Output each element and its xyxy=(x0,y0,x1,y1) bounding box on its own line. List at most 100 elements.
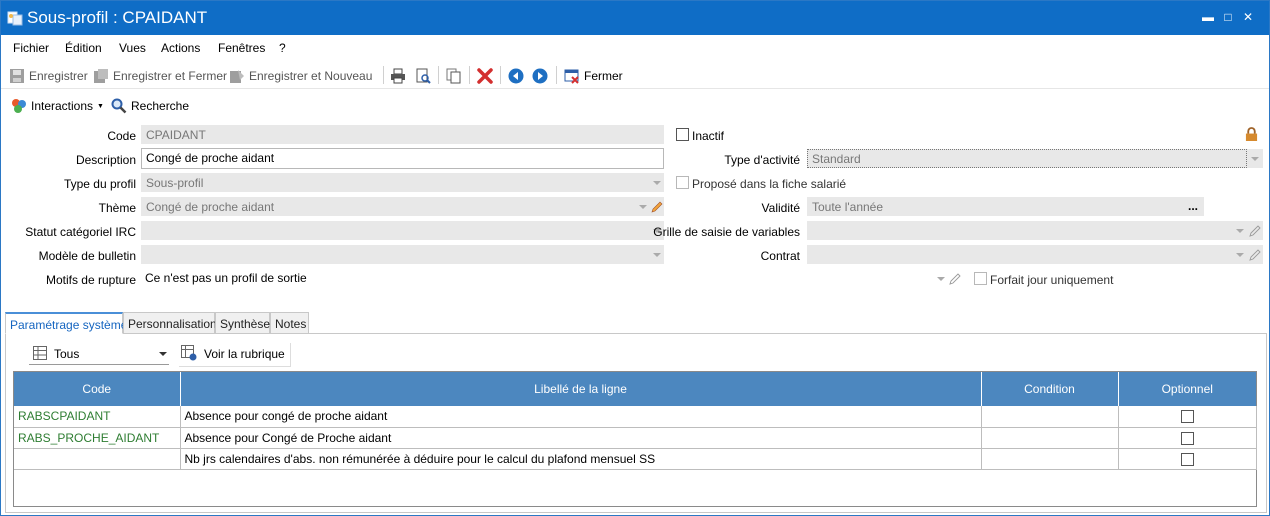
view-item-button[interactable]: Voir la rubrique xyxy=(179,343,291,367)
description-field[interactable]: Congé de proche aidant xyxy=(141,148,664,169)
minimize-icon[interactable]: ▬ xyxy=(1201,10,1215,24)
tab-personnalisation[interactable]: Personnalisation xyxy=(123,312,217,334)
close-form-label: Fermer xyxy=(584,69,623,83)
statut-select[interactable] xyxy=(141,221,664,240)
motifs-select[interactable]: Ce n'est pas un profil de sortie xyxy=(141,269,664,288)
table-icon xyxy=(33,346,47,360)
cell-condition[interactable] xyxy=(981,448,1119,470)
chevron-down-icon xyxy=(653,181,661,185)
optionnel-checkbox[interactable] xyxy=(1180,431,1194,445)
print-button[interactable] xyxy=(390,67,406,85)
chevron-down-icon xyxy=(653,253,661,257)
close-icon[interactable]: ✕ xyxy=(1241,10,1255,24)
column-header-libelle[interactable]: Libellé de la ligne xyxy=(180,372,982,406)
cell-code[interactable] xyxy=(14,448,181,470)
toolbar-separator xyxy=(469,66,470,84)
print-preview-button[interactable] xyxy=(415,67,431,85)
chevron-down-icon xyxy=(1236,229,1244,233)
table-row[interactable]: RABSCPAIDANT Absence pour congé de proch… xyxy=(14,406,1257,428)
tab-notes[interactable]: Notes xyxy=(270,312,309,334)
pencil-icon[interactable] xyxy=(949,273,961,285)
menu-fenetres[interactable]: Fenêtres xyxy=(218,41,265,55)
inactif-label: Inactif xyxy=(692,129,725,143)
previous-button[interactable] xyxy=(508,67,524,85)
chevron-down-icon: ▼ xyxy=(97,102,104,110)
save-label: Enregistrer xyxy=(29,69,88,83)
filter-select[interactable]: Tous xyxy=(29,343,169,365)
toolbar-separator xyxy=(438,66,439,84)
menu-actions[interactable]: Actions xyxy=(161,41,200,55)
forfait-checkbox[interactable] xyxy=(974,272,987,285)
propose-checkbox[interactable] xyxy=(676,176,689,189)
optionnel-checkbox[interactable] xyxy=(1180,452,1194,466)
pencil-icon[interactable] xyxy=(1249,249,1261,261)
view-item-label: Voir la rubrique xyxy=(204,347,285,361)
interactions-button[interactable]: Interactions ▼ xyxy=(11,97,104,115)
copy-button[interactable] xyxy=(446,67,462,85)
menu-vues[interactable]: Vues xyxy=(119,41,146,55)
menu-fichier[interactable]: Fichier xyxy=(13,41,49,55)
save-new-button[interactable]: Enregistrer et Nouveau xyxy=(229,67,372,85)
delete-icon xyxy=(477,68,493,84)
column-header-optionnel[interactable]: Optionnel xyxy=(1118,372,1256,406)
copy-icon xyxy=(446,68,461,84)
cell-code[interactable]: RABS_PROCHE_AIDANT xyxy=(14,427,181,449)
theme-select[interactable]: Congé de proche aidant xyxy=(141,197,664,216)
inactif-checkbox[interactable] xyxy=(676,128,689,141)
pencil-icon[interactable] xyxy=(1249,225,1261,237)
cell-libelle[interactable]: Absence pour Congé de Proche aidant xyxy=(180,427,982,449)
view-item-icon xyxy=(181,345,197,361)
menu-edition[interactable]: Édition xyxy=(65,41,102,55)
grille-label: Grille de saisie de variables xyxy=(653,225,800,239)
chevron-down-icon xyxy=(1236,253,1244,257)
chevron-down-icon xyxy=(159,352,167,356)
code-field[interactable]: CPAIDANT xyxy=(141,125,664,144)
app-icon xyxy=(7,11,23,26)
cell-optionnel[interactable] xyxy=(1118,427,1257,449)
type-activite-select[interactable]: Standard xyxy=(807,149,1247,168)
table-row[interactable]: Nb jrs calendaires d'abs. non rémunérée … xyxy=(14,448,1257,470)
previous-icon xyxy=(508,68,524,84)
cell-libelle[interactable]: Nb jrs calendaires d'abs. non rémunérée … xyxy=(180,448,982,470)
table-row[interactable]: RABS_PROCHE_AIDANT Absence pour Congé de… xyxy=(14,427,1257,449)
chevron-down-icon xyxy=(639,205,647,209)
save-close-button[interactable]: Enregistrer et Fermer xyxy=(93,67,227,85)
interactions-label: Interactions xyxy=(31,99,94,113)
cell-libelle[interactable]: Absence pour congé de proche aidant xyxy=(180,406,982,428)
chevron-down-icon xyxy=(937,277,945,281)
table-header: Code Libellé de la ligne Condition Optio… xyxy=(14,372,1256,406)
pencil-icon[interactable] xyxy=(651,201,663,213)
type-activite-label: Type d'activité xyxy=(724,153,800,167)
cell-optionnel[interactable] xyxy=(1118,448,1257,470)
validite-picker-button[interactable]: ... xyxy=(1188,199,1198,213)
modele-label: Modèle de bulletin xyxy=(38,249,136,263)
tab-parametrage-systeme[interactable]: Paramétrage système xyxy=(5,312,127,334)
maximize-icon[interactable]: □ xyxy=(1221,10,1235,24)
validite-field[interactable]: Toute l'année xyxy=(807,197,1204,216)
save-icon xyxy=(10,69,24,83)
menu-help[interactable]: ? xyxy=(279,41,286,55)
cell-optionnel[interactable] xyxy=(1118,406,1257,428)
save-new-label: Enregistrer et Nouveau xyxy=(249,69,373,83)
column-header-condition[interactable]: Condition xyxy=(981,372,1119,406)
main-toolbar: Enregistrer Enregistrer et Fermer Enregi… xyxy=(1,61,1269,89)
optionnel-checkbox[interactable] xyxy=(1180,410,1194,424)
tab-synthese[interactable]: Synthèse xyxy=(215,312,270,334)
search-button[interactable]: Recherche xyxy=(111,97,189,115)
save-new-icon xyxy=(230,70,244,83)
type-profil-label: Type du profil xyxy=(63,177,136,191)
column-header-code[interactable]: Code xyxy=(14,372,181,406)
cell-condition[interactable] xyxy=(981,406,1119,428)
save-close-icon xyxy=(94,69,108,83)
cell-code[interactable]: RABSCPAIDANT xyxy=(14,406,181,428)
type-profil-select[interactable]: Sous-profil xyxy=(141,173,664,192)
next-button[interactable] xyxy=(532,67,548,85)
toolbar-separator xyxy=(556,66,557,84)
modele-select[interactable] xyxy=(141,245,664,264)
close-form-button[interactable]: Fermer xyxy=(564,67,623,85)
cell-condition[interactable] xyxy=(981,427,1119,449)
delete-button[interactable] xyxy=(477,67,493,85)
grille-select[interactable] xyxy=(807,221,1263,240)
save-button[interactable]: Enregistrer xyxy=(9,67,88,85)
contrat-select[interactable] xyxy=(807,245,1263,264)
